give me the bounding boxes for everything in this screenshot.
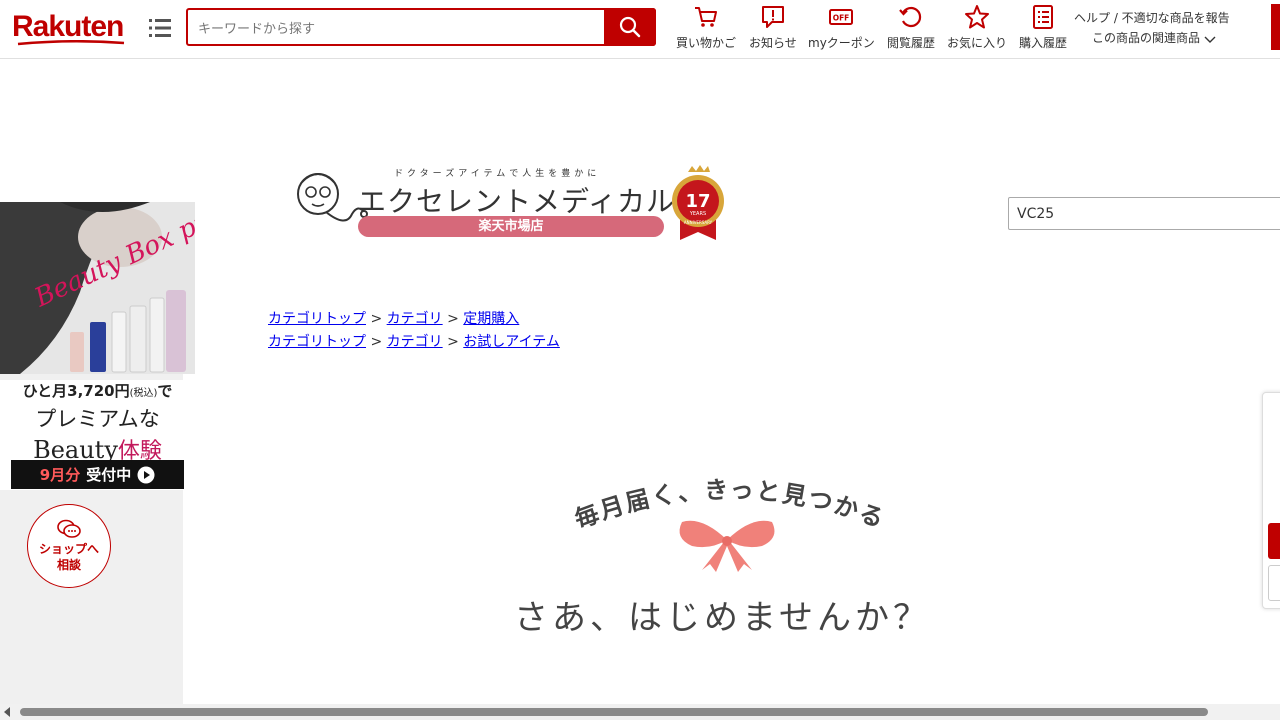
global-header: Rakuten 買い物かご お知らせ xyxy=(0,0,1280,59)
shop-logo[interactable]: ドクターズアイテムで人生を豊かに エクセレントメディカル 楽天市場店 17 YE… xyxy=(296,164,736,244)
shop-search-input[interactable] xyxy=(1008,197,1280,230)
consult-label-1: ショップへ xyxy=(38,542,99,556)
breadcrumb: カテゴリトップ > カテゴリ > 定期購入 カテゴリトップ > カテゴリ > お… xyxy=(268,308,560,354)
chat-bubble-icon xyxy=(57,519,81,538)
scroll-left-arrow-icon[interactable] xyxy=(4,707,10,717)
nav-coupon[interactable]: OFF myクーポン xyxy=(808,4,875,51)
right-panel-primary-button[interactable] xyxy=(1268,523,1280,559)
history-icon xyxy=(899,6,922,28)
shop-store-label: 楽天市場店 xyxy=(358,216,664,237)
nav-notice[interactable]: お知らせ xyxy=(749,4,797,51)
related-products-link[interactable]: この商品の関連商品 xyxy=(1074,28,1230,48)
horizontal-scrollbar[interactable] xyxy=(0,704,1280,720)
breadcrumb-separator: > xyxy=(370,311,383,327)
breadcrumb-subscription[interactable]: 定期購入 xyxy=(463,311,519,327)
menu-icon[interactable] xyxy=(148,16,172,40)
right-floating-panel: ​ xyxy=(1262,392,1280,609)
breadcrumb-row: カテゴリトップ > カテゴリ > お試しアイテム xyxy=(268,331,560,354)
breadcrumb-row: カテゴリトップ > カテゴリ > 定期購入 xyxy=(268,308,560,331)
search-icon xyxy=(619,16,641,38)
nav-purchase-history[interactable]: 購入履歴 xyxy=(1019,4,1067,51)
shop-consult-button[interactable]: ショップへ 相談 xyxy=(27,504,111,588)
chevron-down-icon xyxy=(1204,36,1216,43)
ad-cta-label: 受付中 xyxy=(86,466,132,484)
help-report-link[interactable]: ヘルプ / 不適切な商品を報告 xyxy=(1074,8,1230,28)
rakuten-logo[interactable]: Rakuten xyxy=(12,10,124,44)
anniversary-number: 17 xyxy=(685,191,710,212)
subscription-hero-banner[interactable]: 毎月届く、きっと見つかる さあ、はじめませんか？ xyxy=(500,470,960,650)
cart-icon xyxy=(695,7,717,27)
ad-tax: (税込) xyxy=(129,388,158,399)
hero-main-text: さあ、はじめませんか？ xyxy=(514,598,931,638)
ad-premium-line: プレミアムな xyxy=(35,407,160,431)
search-button[interactable] xyxy=(604,8,656,46)
star-icon xyxy=(965,5,989,29)
shop-name: エクセレントメディカル xyxy=(358,185,676,218)
nav-notice-label: お知らせ xyxy=(749,36,797,50)
left-ad-column: Beauty Box premium ひと月3,720円(税込)で プレミアムな… xyxy=(0,202,195,704)
scrollbar-thumb[interactable] xyxy=(20,708,1208,716)
breadcrumb-category-top[interactable]: カテゴリトップ xyxy=(268,311,366,327)
anniversary-text: ANNIVERSARY xyxy=(684,220,713,225)
play-circle-icon xyxy=(137,466,155,483)
ad-price-line: ひと月3,720円(税込)で xyxy=(0,380,195,401)
notice-icon xyxy=(761,6,784,28)
ribbon-icon xyxy=(679,520,775,572)
anniversary-years: YEARS xyxy=(689,211,706,217)
breadcrumb-separator: > xyxy=(370,334,383,350)
right-panel-secondary-button[interactable] xyxy=(1268,565,1280,601)
shop-tagline: ドクターズアイテムで人生を豊かに xyxy=(394,169,601,179)
purchase-history-icon xyxy=(1033,5,1053,29)
nav-favorites-label: お気に入り xyxy=(947,36,1008,50)
coupon-icon-text: OFF xyxy=(833,14,850,23)
logo-swoosh-icon xyxy=(17,40,125,46)
search-box xyxy=(186,8,656,46)
related-products-label: この商品の関連商品 xyxy=(1092,31,1201,45)
consult-label-2: 相談 xyxy=(56,558,81,572)
breadcrumb-separator: > xyxy=(447,311,459,327)
anniversary-badge-icon: 17 YEARS ANNIVERSARY xyxy=(672,165,724,240)
nav-coupon-label: myクーポン xyxy=(808,36,875,50)
ad-model-illustration: Beauty Box premium xyxy=(0,202,195,374)
nav-purchase-history-label: 購入履歴 xyxy=(1019,36,1068,50)
ad-price-suffix: で xyxy=(157,382,173,400)
ad-cta-month: 9月分 xyxy=(39,466,81,484)
nav-cart[interactable]: 買い物かご xyxy=(676,4,736,51)
beauty-box-ad-image[interactable]: Beauty Box premium xyxy=(0,202,195,374)
ad-cta-button[interactable]: 9月分 受付中 xyxy=(11,460,184,489)
header-red-tab[interactable] xyxy=(1271,4,1280,50)
breadcrumb-category[interactable]: カテゴリ xyxy=(387,311,443,327)
breadcrumb-separator: > xyxy=(447,334,459,350)
search-input[interactable] xyxy=(196,16,600,42)
help-links: ヘルプ / 不適切な商品を報告 この商品の関連商品 xyxy=(1074,8,1230,48)
breadcrumb-category[interactable]: カテゴリ xyxy=(387,334,443,350)
nav-favorites[interactable]: お気に入り xyxy=(947,4,1007,51)
coupon-icon: OFF xyxy=(829,9,854,25)
breadcrumb-trial-items[interactable]: お試しアイテム xyxy=(463,334,560,350)
nav-history-label: 閲覧履歴 xyxy=(887,36,936,50)
breadcrumb-category-top[interactable]: カテゴリトップ xyxy=(268,334,366,350)
ad-price: ひと月3,720円 xyxy=(22,382,130,400)
nav-history[interactable]: 閲覧履歴 xyxy=(887,4,935,51)
nav-cart-label: 買い物かご xyxy=(676,36,737,50)
